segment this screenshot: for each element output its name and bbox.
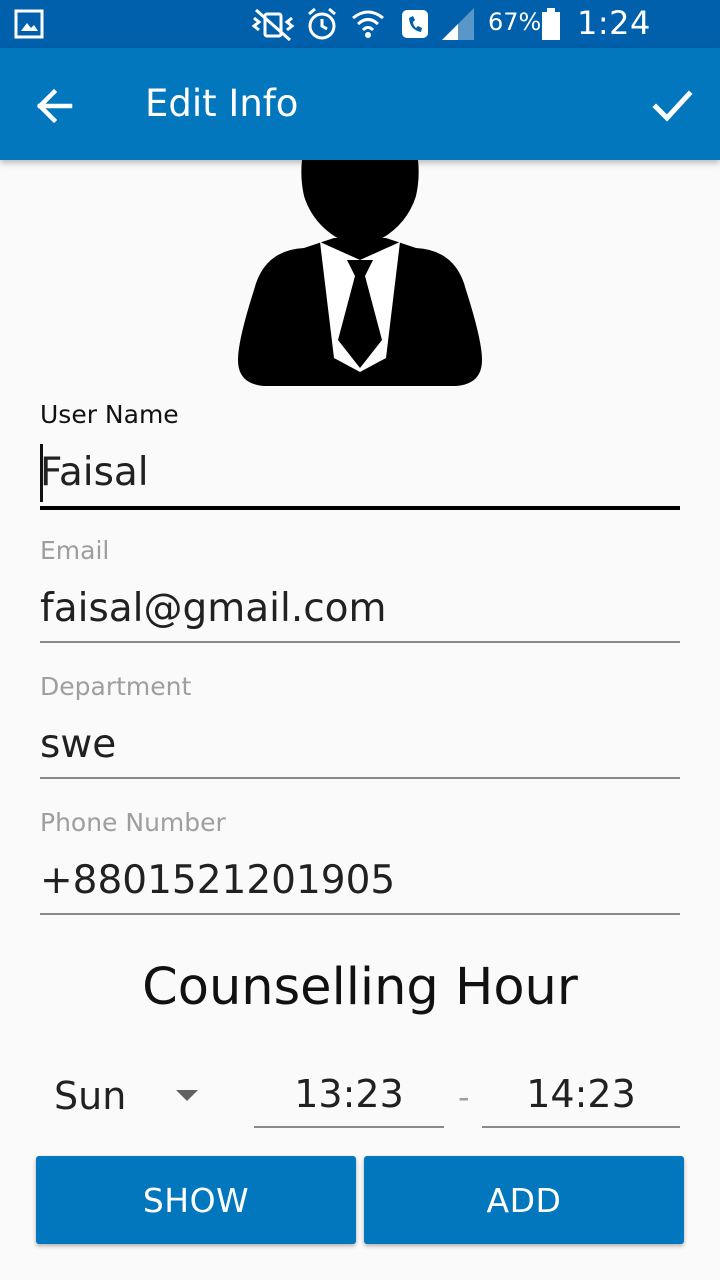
user-name-input[interactable]: Faisal [40,450,149,495]
email-field[interactable]: Email faisal@gmail.com [40,536,680,646]
department-field[interactable]: Department swe [40,672,680,782]
user-name-field[interactable]: User Name Faisal [40,400,680,512]
email-input[interactable]: faisal@gmail.com [40,586,387,631]
gallery-icon [14,9,44,39]
day-value: Sun [54,1074,127,1118]
wifi-icon [352,10,384,38]
page-title: Edit Info [145,82,299,125]
call-icon [402,10,428,38]
time-separator: - [458,1078,470,1116]
dropdown-caret-icon [176,1090,198,1101]
department-label: Department [40,672,192,701]
battery-icon [542,8,560,40]
back-arrow-icon[interactable] [22,74,86,138]
start-time-underline [254,1126,444,1128]
phone-field[interactable]: Phone Number +8801521201905 [40,808,680,918]
signal-icon [442,8,474,40]
show-button[interactable]: SHOW [36,1156,356,1244]
check-icon[interactable] [640,74,704,138]
department-underline [40,777,680,779]
alarm-icon [308,7,336,40]
app-bar: Edit Info [0,48,720,160]
add-button[interactable]: ADD [364,1156,684,1244]
vibrate-off-icon [251,8,295,42]
avatar [238,160,482,386]
email-label: Email [40,536,110,565]
end-time-underline [482,1126,680,1128]
email-underline [40,641,680,643]
phone-label: Phone Number [40,808,226,837]
end-time-field[interactable]: 14:23 [482,1068,680,1128]
department-input[interactable]: swe [40,722,116,767]
phone-underline [40,913,680,915]
counselling-hour-title: Counselling Hour [142,958,578,1017]
end-time-value: 14:23 [526,1072,636,1116]
user-name-underline [40,506,680,510]
battery-percent: 67% [488,8,542,36]
phone-input[interactable]: +8801521201905 [40,858,395,903]
start-time-field[interactable]: 13:23 [254,1068,444,1128]
start-time-value: 13:23 [294,1072,404,1116]
user-name-label: User Name [40,400,179,429]
day-dropdown[interactable]: Sun [54,1070,214,1126]
status-bar: 67% 1:24 p.m. [0,0,720,80]
